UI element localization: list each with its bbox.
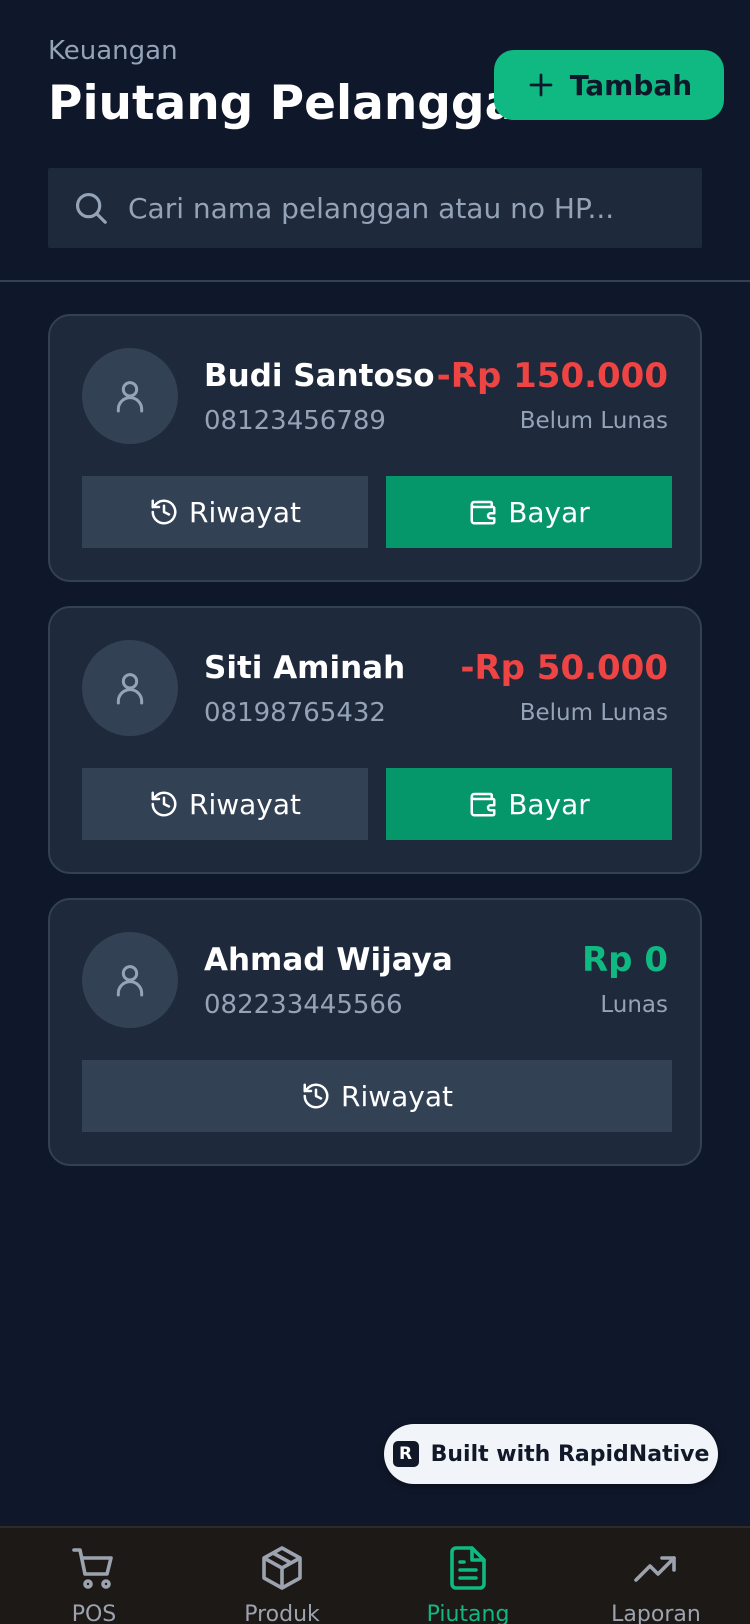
avatar: [82, 348, 178, 444]
user-icon: [116, 381, 144, 413]
bottom-nav: POS Produk Piutang Laporan: [0, 1526, 750, 1624]
pay-label: Bayar: [508, 495, 590, 529]
history-button[interactable]: Riwayat: [82, 768, 368, 840]
section-eyebrow: Keuangan: [48, 36, 178, 66]
payment-status: Belum Lunas: [519, 408, 668, 434]
wallet-icon: [470, 500, 496, 525]
avatar: [82, 640, 178, 736]
customer-name: Ahmad Wijaya: [204, 942, 453, 978]
wallet-icon: [470, 792, 496, 817]
user-icon: [116, 965, 144, 997]
pay-label: Bayar: [508, 787, 590, 821]
customer-card: Budi Santoso 08123456789 -Rp 150.000 Bel…: [48, 314, 702, 582]
customer-phone: 082233445566: [204, 990, 403, 1020]
nav-label: Produk: [244, 1602, 320, 1624]
search-icon: [75, 192, 107, 224]
add-button-label: Tambah: [569, 68, 693, 102]
user-icon: [116, 673, 144, 705]
customer-phone: 08123456789: [204, 406, 386, 436]
nav-item-piutang[interactable]: Piutang: [398, 1544, 538, 1624]
nav-label: POS: [71, 1602, 117, 1624]
debt-amount: -Rp 50.000: [460, 648, 668, 688]
badge-text: Built with RapidNative: [430, 1441, 710, 1467]
history-icon: [151, 791, 177, 817]
add-receivable-button[interactable]: Tambah: [494, 50, 724, 120]
customer-phone: 08198765432: [204, 698, 386, 728]
rapidnative-logo-icon: R: [392, 1441, 419, 1467]
plus-icon: [529, 73, 553, 97]
page-title: Piutang Pelanggan: [48, 76, 550, 131]
payment-status: Belum Lunas: [519, 700, 668, 726]
document-icon: [450, 1546, 486, 1590]
history-label: Riwayat: [189, 495, 301, 529]
debt-amount: -Rp 150.000: [436, 356, 668, 396]
nav-item-pos[interactable]: POS: [24, 1544, 164, 1624]
header: Keuangan Piutang Pelanggan Tambah: [0, 0, 750, 282]
customer-name: Siti Aminah: [204, 650, 406, 686]
history-label: Riwayat: [189, 787, 301, 821]
box-icon: [262, 1546, 302, 1590]
search-bar[interactable]: [48, 168, 702, 248]
history-button[interactable]: Riwayat: [82, 1060, 672, 1132]
history-icon: [303, 1083, 329, 1109]
cart-icon: [72, 1548, 113, 1589]
nav-item-laporan[interactable]: Laporan: [586, 1544, 726, 1624]
trending-up-icon: [634, 1556, 676, 1582]
nav-label: Laporan: [611, 1602, 701, 1624]
nav-label: Piutang: [426, 1602, 510, 1624]
debt-amount: Rp 0: [581, 940, 668, 980]
nav-item-produk[interactable]: Produk: [212, 1544, 352, 1624]
customer-card: Siti Aminah 08198765432 -Rp 50.000 Belum…: [48, 606, 702, 874]
history-icon: [151, 499, 177, 525]
history-label: Riwayat: [341, 1079, 453, 1113]
pay-button[interactable]: Bayar: [386, 476, 672, 548]
search-input[interactable]: [128, 168, 702, 248]
pay-button[interactable]: Bayar: [386, 768, 672, 840]
avatar: [82, 932, 178, 1028]
customer-name: Budi Santoso: [204, 358, 435, 394]
payment-status: Lunas: [600, 992, 668, 1018]
page: Keuangan Piutang Pelanggan Tambah Budi S…: [0, 0, 750, 1624]
built-with-badge[interactable]: R Built with RapidNative: [384, 1424, 718, 1484]
history-button[interactable]: Riwayat: [82, 476, 368, 548]
customer-card: Ahmad Wijaya 082233445566 Rp 0 Lunas Riw…: [48, 898, 702, 1166]
